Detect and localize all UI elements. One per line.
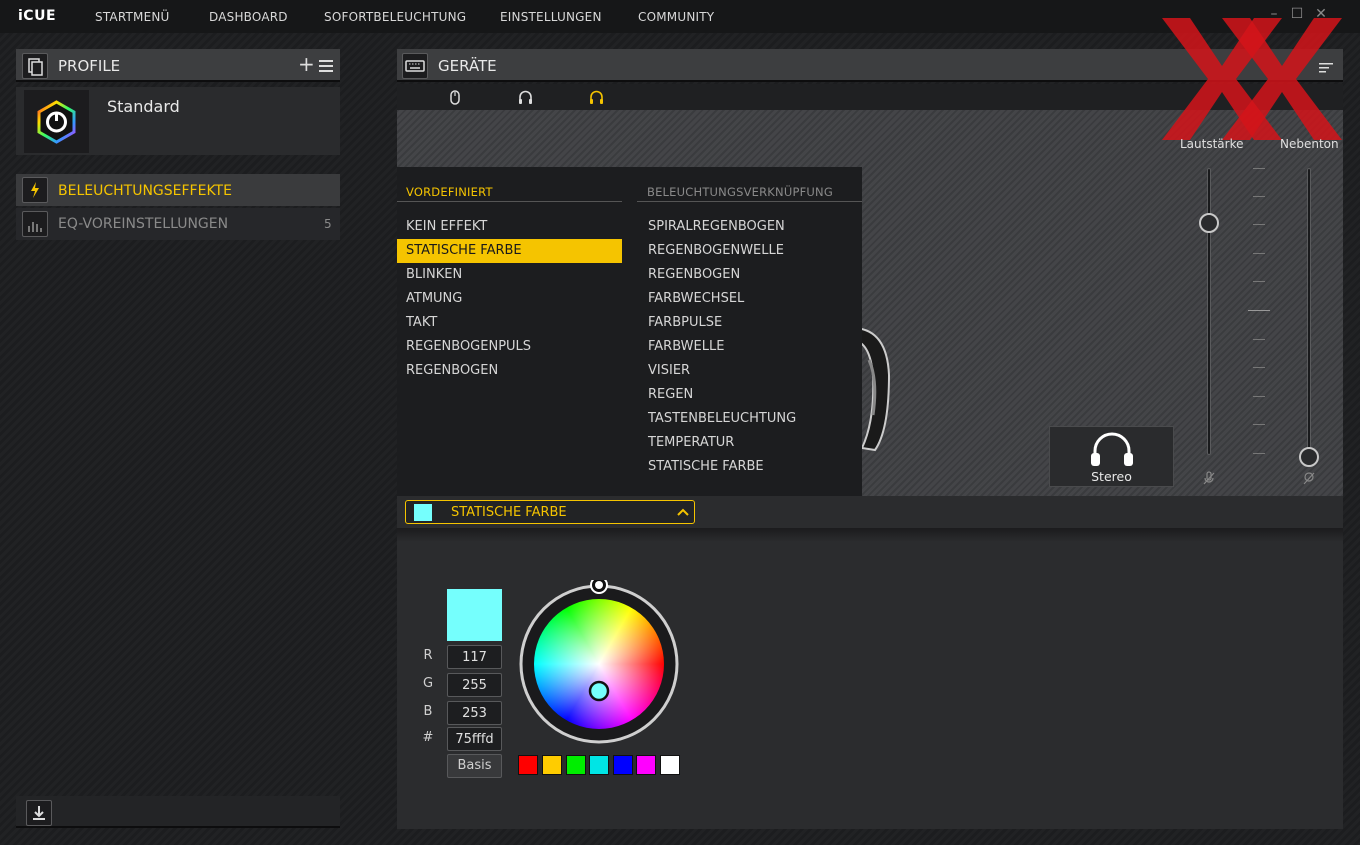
preset-color-cyan[interactable] <box>589 755 609 775</box>
import-icon[interactable] <box>26 800 52 826</box>
divider <box>637 201 862 202</box>
effect-dropdown: VORDEFINIERT BELEUCHTUNGSVERKNÜPFUNG KEI… <box>397 167 862 496</box>
watermark-logo <box>1162 18 1342 140</box>
b-input[interactable] <box>447 701 502 725</box>
divider <box>397 201 622 202</box>
dropdown-item-takt[interactable]: TAKT <box>397 311 622 335</box>
stereo-label: Stereo <box>1091 469 1132 484</box>
headset-icon[interactable] <box>588 89 605 106</box>
dropdown-item-atmung[interactable]: ATMUNG <box>397 287 622 311</box>
preset-color-yellow[interactable] <box>542 755 562 775</box>
dropdown-item-regenbogenpuls[interactable]: REGENBOGENPULS <box>397 335 622 359</box>
devices-title: GERÄTE <box>438 57 497 75</box>
color-picker-cursor <box>588 680 610 702</box>
keyboard-icon <box>402 53 428 79</box>
stereo-mode-button[interactable]: Stereo <box>1049 426 1174 487</box>
sidetone-slider-track[interactable] <box>1307 168 1311 455</box>
nav-dashboard[interactable]: DASHBOARD <box>209 10 288 24</box>
dropdown-item-statische-farbe[interactable]: STATISCHE FARBE <box>397 239 622 263</box>
headset-icon[interactable] <box>517 89 534 106</box>
effect-select-label: STATISCHE FARBE <box>451 505 567 520</box>
volume-slider-track[interactable] <box>1207 168 1211 455</box>
mouse-icon[interactable] <box>447 89 463 106</box>
hex-label: # <box>422 730 434 745</box>
left-footer <box>16 796 340 828</box>
eq-count-badge: 5 <box>324 217 332 231</box>
chevron-up-icon <box>676 504 690 518</box>
profile-thumbnail <box>24 90 89 153</box>
dropdown-item-farbwelle[interactable]: FARBWELLE <box>639 335 862 359</box>
preset-color-blue[interactable] <box>613 755 633 775</box>
dropdown-item-farbpulse[interactable]: FARBPULSE <box>639 311 862 335</box>
dropdown-item-temperatur[interactable]: TEMPERATUR <box>639 431 862 455</box>
sidetone-slider-knob[interactable] <box>1299 447 1319 467</box>
g-input[interactable] <box>447 673 502 697</box>
sidetone-label: Nebenton <box>1280 137 1339 151</box>
effect-color-swatch <box>414 504 432 521</box>
g-label: G <box>422 676 434 691</box>
color-preview-swatch <box>447 589 502 641</box>
profiles-title: PROFILE <box>58 57 121 75</box>
dropdown-item-regenbogenwelle[interactable]: REGENBOGENWELLE <box>639 239 862 263</box>
profiles-icon <box>22 53 48 79</box>
dropdown-item-regenbogen[interactable]: REGENBOGEN <box>397 359 622 383</box>
b-label: B <box>423 704 433 719</box>
app-logo: iCUE <box>18 8 57 24</box>
dropdown-item-spiralregenbogen[interactable]: SPIRALREGENBOGEN <box>639 215 862 239</box>
preset-color-red[interactable] <box>518 755 538 775</box>
dropdown-header-linked: BELEUCHTUNGSVERKNÜPFUNG <box>647 185 833 199</box>
lightning-icon <box>22 177 48 203</box>
dropdown-item-regenbogen-linked[interactable]: REGENBOGEN <box>639 263 862 287</box>
dropdown-item-tastenbeleuchtung[interactable]: TASTENBELEUCHTUNG <box>639 407 862 431</box>
volume-slider-knob[interactable] <box>1199 212 1219 233</box>
dropdown-item-farbwechsel[interactable]: FARBWECHSEL <box>639 287 862 311</box>
dropdown-item-kein-effekt[interactable]: KEIN EFFEKT <box>397 215 622 239</box>
preset-color-white[interactable] <box>660 755 680 775</box>
r-label: R <box>423 648 433 663</box>
volume-label: Lautstärke <box>1180 137 1244 151</box>
sidetone-off-icon <box>1302 470 1316 486</box>
dropdown-item-blinken[interactable]: BLINKEN <box>397 263 622 287</box>
headphones-icon <box>1087 431 1137 469</box>
effect-toolbar-shadow <box>397 528 1343 542</box>
dropdown-item-visier[interactable]: VISIER <box>639 359 862 383</box>
profile-name: Standard <box>107 97 180 116</box>
add-profile-icon[interactable]: + <box>298 54 315 74</box>
preset-color-green[interactable] <box>566 755 586 775</box>
nav-startmenu[interactable]: STARTMENÜ <box>95 10 170 24</box>
icue-logo-icon <box>37 100 76 144</box>
effect-select[interactable]: STATISCHE FARBE <box>405 500 695 524</box>
nav-community[interactable]: COMMUNITY <box>638 10 714 24</box>
equalizer-icon <box>22 211 48 237</box>
basis-button[interactable]: Basis <box>447 754 502 778</box>
dropdown-item-regen[interactable]: REGEN <box>639 383 862 407</box>
preset-color-magenta[interactable] <box>636 755 656 775</box>
color-wheel[interactable] <box>518 576 680 746</box>
hex-input[interactable] <box>447 727 502 751</box>
nav-einstellungen[interactable]: EINSTELLUNGEN <box>500 10 602 24</box>
r-input[interactable] <box>447 645 502 669</box>
nav-sofortbeleuchtung[interactable]: SOFORTBELEUCHTUNG <box>324 10 466 24</box>
menu-eq-label: EQ-VOREINSTELLUNGEN <box>58 216 229 232</box>
mic-off-icon <box>1202 470 1216 486</box>
dropdown-header-predefined: VORDEFINIERT <box>406 185 493 199</box>
dropdown-item-statische-farbe-linked[interactable]: STATISCHE FARBE <box>639 455 862 479</box>
menu-lighting-label: BELEUCHTUNGSEFFEKTE <box>58 183 232 199</box>
profile-menu-icon[interactable] <box>318 58 334 72</box>
